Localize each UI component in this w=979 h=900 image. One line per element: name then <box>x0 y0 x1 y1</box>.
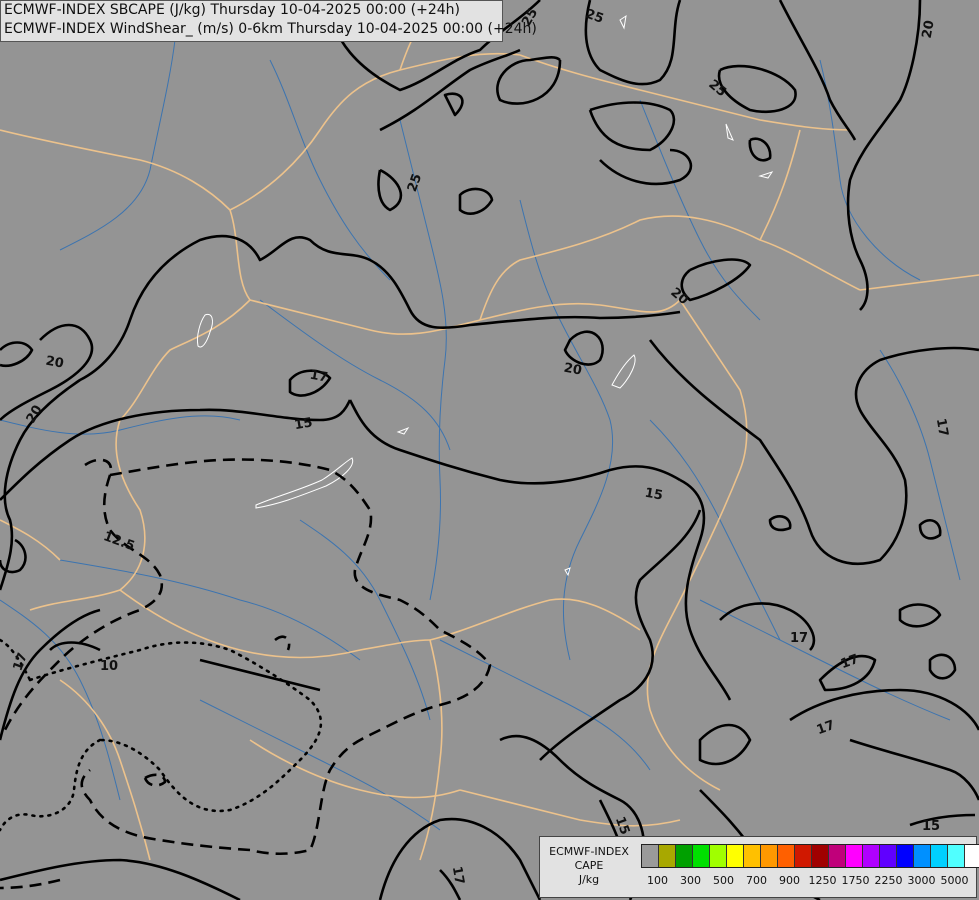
legend-tick-label: 300 <box>680 874 701 887</box>
legend-tick-label: 900 <box>779 874 800 887</box>
contour-label: 15 <box>922 819 940 834</box>
legend-tick-label: 5000 <box>940 874 969 887</box>
contour-label: 17 <box>933 417 951 437</box>
legend-swatch <box>727 845 744 867</box>
legend-tick-label: 100 <box>647 874 668 887</box>
legend-swatch <box>710 845 727 867</box>
legend-swatch <box>659 845 676 867</box>
contour-label: 20 <box>920 19 938 39</box>
legend-tick-label: 2250 <box>874 874 903 887</box>
contour-label: 20 <box>563 361 583 379</box>
legend-tick-label: 700 <box>746 874 767 887</box>
legend-color-scale <box>641 844 979 868</box>
cape-legend: ECMWF-INDEX CAPE J/kg 100 300 500 700 900 125… <box>539 836 979 898</box>
legend-swatch <box>914 845 931 867</box>
map-background <box>0 0 979 900</box>
legend-tick-label: 500 <box>713 874 734 887</box>
contour-label: 17 <box>449 865 467 885</box>
legend-tick-label: 1750 <box>841 874 870 887</box>
legend-swatch <box>829 845 846 867</box>
contour-label: 17 <box>309 368 329 386</box>
legend-swatch <box>948 845 965 867</box>
legend-swatch <box>761 845 778 867</box>
legend-title-line: ECMWF-INDEX <box>549 845 629 858</box>
title-line-windshear: ECMWF-INDEX WindShear_ (m/s) 0-6km Thurs… <box>4 21 537 37</box>
contour-label: 17 <box>790 631 808 646</box>
legend-swatch <box>795 845 812 867</box>
legend-swatch <box>846 845 863 867</box>
contour-label: 20 <box>44 354 64 372</box>
legend-swatch <box>778 845 795 867</box>
legend-swatch <box>931 845 948 867</box>
title-box: ECMWF-INDEX SBCAPE (J/kg) Thursday 10-04… <box>0 0 537 42</box>
legend-tick-labels: 100 300 500 700 900 1250 1750 2250 3000 5000 <box>641 874 971 888</box>
legend-swatch <box>880 845 897 867</box>
legend-title: ECMWF-INDEX CAPE J/kg <box>542 845 636 887</box>
title-line-cape: ECMWF-INDEX SBCAPE (J/kg) Thursday 10-04… <box>4 2 460 18</box>
legend-swatch <box>642 845 659 867</box>
legend-swatch <box>897 845 914 867</box>
legend-tick-label: 1250 <box>808 874 837 887</box>
legend-swatch <box>965 845 979 867</box>
legend-swatch <box>744 845 761 867</box>
legend-tick-label: 3000 <box>907 874 936 887</box>
legend-swatch <box>693 845 710 867</box>
weather-map: 25 25 25 25 20 20 20 20 20 17 17 17 17 1… <box>0 0 979 900</box>
contour-label: 15 <box>293 415 313 433</box>
legend-title-line: CAPE <box>574 859 604 872</box>
legend-title-line: J/kg <box>578 873 600 886</box>
legend-swatch <box>863 845 880 867</box>
legend-swatch <box>812 845 829 867</box>
contour-label: 10 <box>100 659 118 674</box>
legend-swatch <box>676 845 693 867</box>
contour-label: 15 <box>644 486 664 504</box>
